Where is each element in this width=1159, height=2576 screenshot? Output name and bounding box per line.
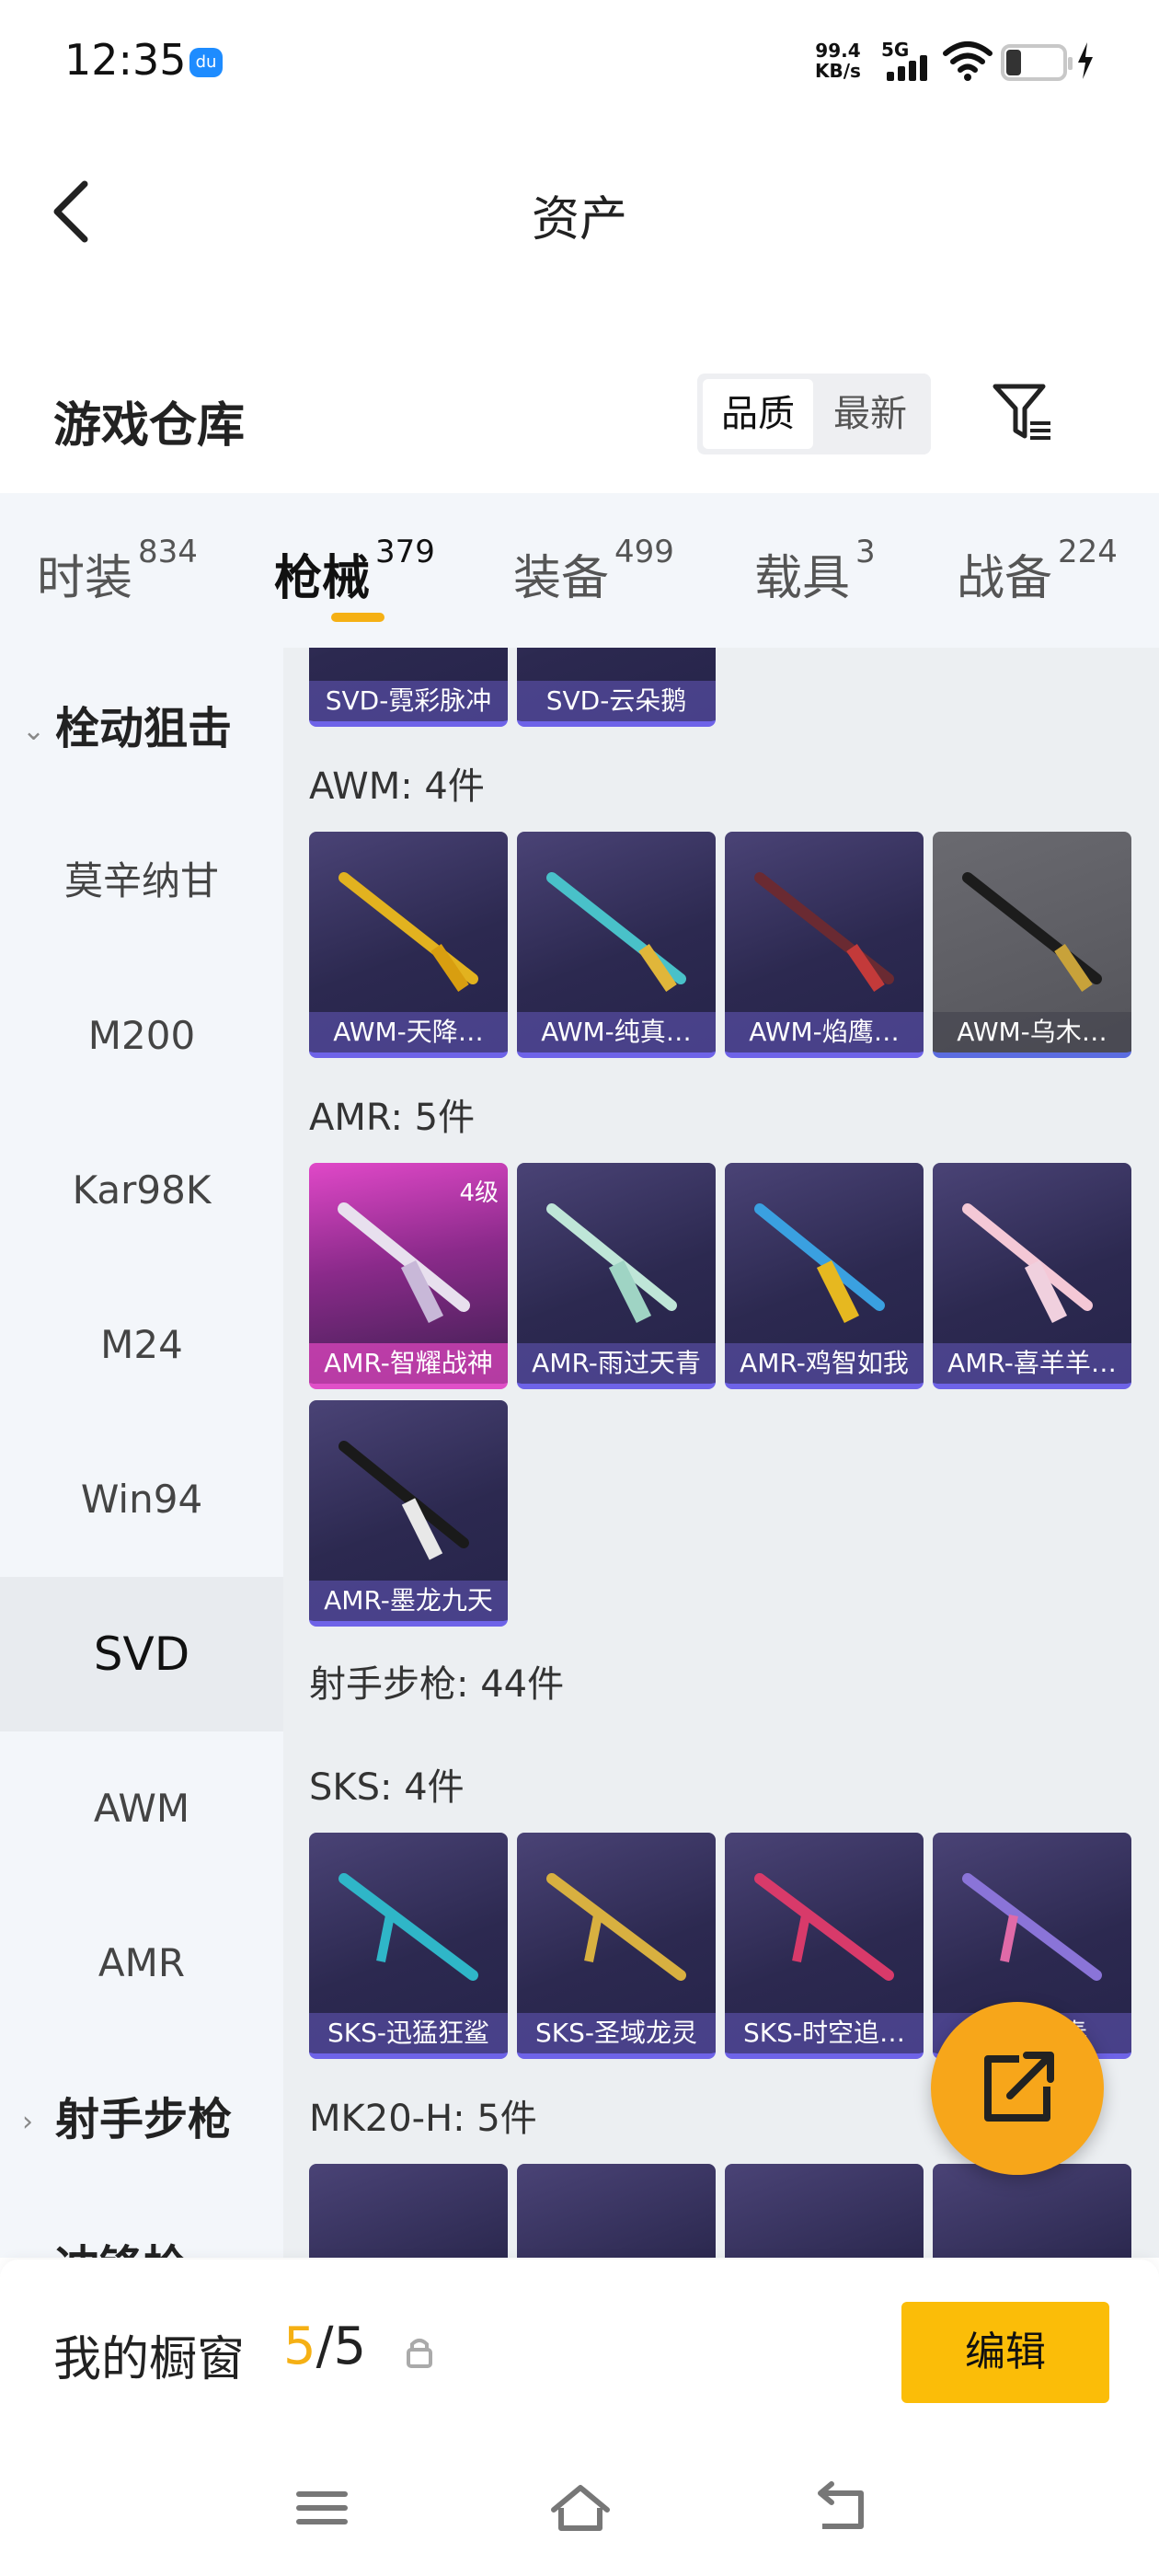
sidebar-item-win94[interactable]: Win94 (0, 1422, 283, 1577)
sidebar-group-partial[interactable]: ›冲锋枪 (22, 2230, 188, 2258)
showcase-label: 我的橱窗 (53, 2332, 246, 2387)
rifle-icon (546, 1203, 677, 1324)
chevron-down-icon: ⌄ (22, 715, 46, 747)
chevron-right-icon: › (22, 2233, 55, 2258)
wifi-icon (943, 41, 993, 81)
status-bar: 12:35 du 99.4 KB/s 5G (0, 0, 1159, 129)
tab-equipment[interactable]: 装备 499 (513, 534, 674, 608)
rifle-icon (962, 872, 1102, 992)
edit-button[interactable]: 编辑 (901, 2302, 1109, 2403)
rifle-icon (754, 1203, 885, 1324)
menu-icon[interactable] (291, 2480, 355, 2536)
rifle-icon (546, 872, 686, 992)
sort-toggle: 品质 最新 (697, 374, 931, 454)
showcase-bar: 我的橱窗 5/5 编辑 (0, 2260, 1159, 2444)
rifle-icon (339, 872, 478, 992)
weapon-card[interactable] (933, 2164, 1131, 2258)
chevron-right-icon: › (22, 2106, 33, 2138)
charging-icon (1078, 42, 1093, 79)
weapon-card[interactable]: SVD-霓彩脉冲 (309, 648, 508, 727)
category-tabs: 时装 834 枪械 379 装备 499 载具 3 战备 224 (0, 493, 1159, 648)
weapon-card[interactable] (725, 2164, 924, 2258)
weapon-card[interactable]: AMR-雨过天青 (517, 1163, 716, 1389)
home-icon[interactable] (548, 2480, 613, 2536)
weapon-card[interactable] (517, 2164, 716, 2258)
rifle-icon (338, 1202, 470, 1324)
weapon-card[interactable]: AMR-喜羊羊… (933, 1163, 1131, 1389)
weapon-card[interactable]: SKS-圣域龙灵 (517, 1833, 716, 2059)
weapon-card[interactable]: AMR-鸡智如我 (725, 1163, 924, 1389)
weapon-card[interactable] (309, 2164, 508, 2258)
weapon-card[interactable]: AMR-墨龙九天 (309, 1400, 508, 1627)
sort-latest-button[interactable]: 最新 (815, 379, 925, 449)
showcase-count: 5/5 (283, 2317, 367, 2376)
system-nav-bar (0, 2444, 1159, 2576)
network-speed: 99.4 KB/s (815, 40, 861, 82)
status-time: 12:35 (64, 35, 187, 85)
page-title: 资产 (531, 192, 627, 247)
awm-group-label: AWM: 4件 (309, 765, 485, 808)
tab-fashion[interactable]: 时装 834 (37, 534, 198, 608)
weapon-card[interactable]: AWM-焰鹰… (725, 832, 924, 1058)
rifle-icon (546, 1873, 686, 1981)
marksman-group-label: 射手步枪: 44件 (309, 1663, 565, 1706)
filter-icon[interactable] (990, 379, 1056, 445)
back-nav-icon[interactable] (809, 2480, 874, 2536)
sidebar-item-awm[interactable]: AWM (0, 1731, 283, 1886)
warehouse-title: 游戏仓库 (53, 398, 246, 454)
share-icon (984, 2052, 1054, 2122)
rifle-icon (754, 872, 894, 992)
weapon-card[interactable]: 4级 AMR-智耀战神 (309, 1163, 508, 1389)
mk20-group-label: MK20-H: 5件 (309, 2098, 537, 2140)
sidebar-item-mosin[interactable]: 莫辛纳甘 (0, 804, 283, 959)
active-tab-indicator (331, 613, 384, 622)
sidebar-group-bolt-action[interactable]: ⌄ 栓动狙击 (22, 692, 232, 765)
signal-icon (887, 55, 933, 81)
sidebar-item-amr[interactable]: AMR (0, 1886, 283, 2041)
amr-group-label: AMR: 5件 (309, 1097, 476, 1139)
sidebar-item-m24[interactable]: M24 (0, 1268, 283, 1422)
app-notification-icon: du (189, 48, 223, 77)
weapon-card[interactable]: SKS-迅猛狂鲨 (309, 1833, 508, 2059)
tab-vehicles[interactable]: 载具 3 (754, 534, 876, 608)
rifle-icon (962, 1203, 1093, 1324)
tab-supplies[interactable]: 战备 224 (957, 534, 1118, 608)
weapon-type-sidebar: ⌄ 栓动狙击 莫辛纳甘 M200 Kar98K M24 Win94 SVD AWM… (0, 648, 283, 2258)
weapon-card[interactable]: AWM-纯真… (517, 832, 716, 1058)
weapon-card[interactable]: SVD-云朵鹅 (517, 648, 716, 727)
lock-icon (407, 2339, 432, 2368)
rifle-icon (754, 1873, 894, 1981)
share-button[interactable] (931, 2002, 1104, 2175)
rifle-icon (962, 1873, 1102, 1981)
rifle-icon (339, 1441, 469, 1560)
weapon-card[interactable]: AWM-天降… (309, 832, 508, 1058)
sidebar-item-svd[interactable]: SVD (0, 1577, 283, 1731)
sort-quality-button[interactable]: 品质 (703, 379, 813, 449)
rifle-icon (339, 1873, 478, 1981)
sidebar-item-kar98k[interactable]: Kar98K (0, 1113, 283, 1268)
battery-icon (1001, 44, 1073, 81)
sidebar-group-marksman[interactable]: › 射手步枪 (22, 2083, 232, 2156)
weapon-card[interactable]: AWM-乌木… (933, 832, 1131, 1058)
sks-group-label: SKS: 4件 (309, 1766, 465, 1809)
sidebar-item-m200[interactable]: M200 (0, 959, 283, 1113)
weapon-card[interactable]: SKS-时空追… (725, 1833, 924, 2059)
tab-guns[interactable]: 枪械 379 (274, 534, 435, 608)
